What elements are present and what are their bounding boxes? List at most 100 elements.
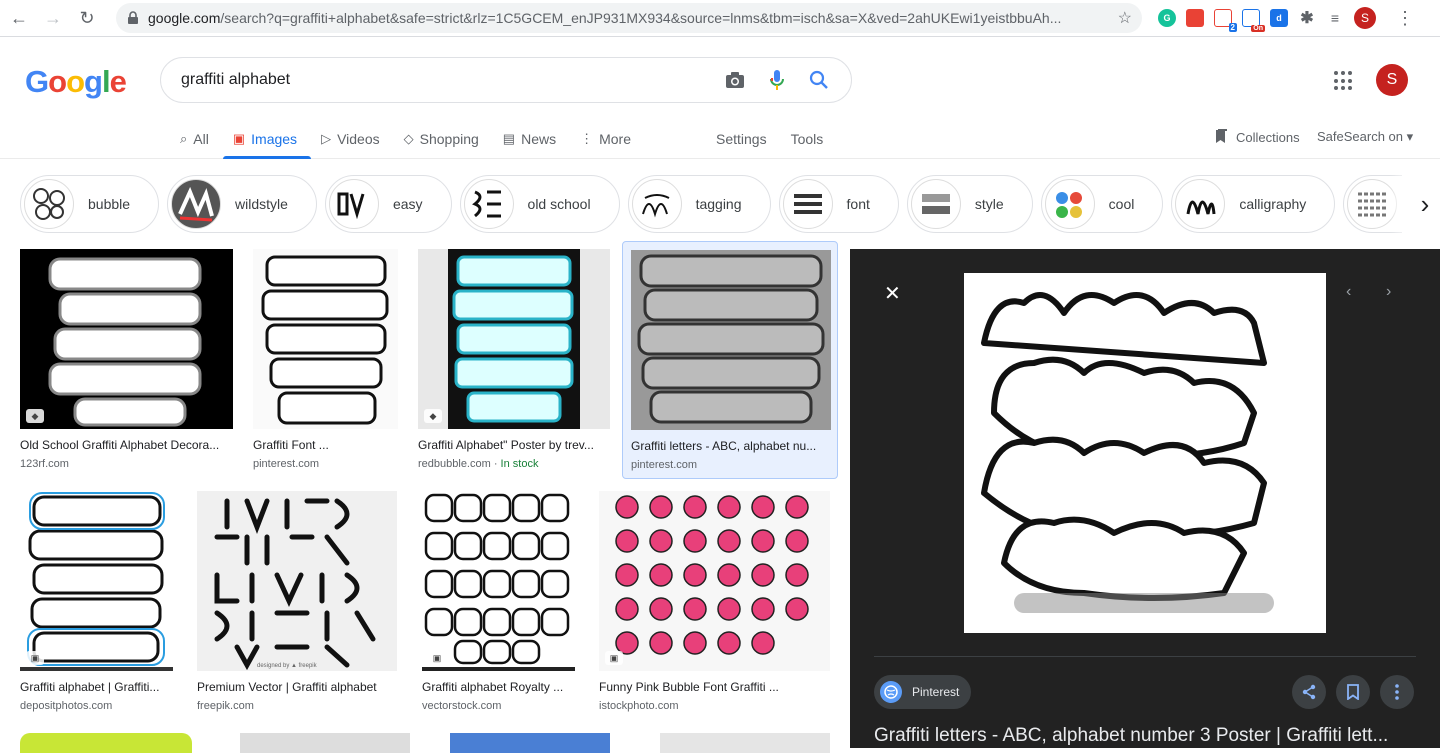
google-logo[interactable]: Google <box>25 64 127 100</box>
search-input[interactable]: graffiti alphabet <box>181 71 705 89</box>
result-thumbnail[interactable]: ◆ <box>20 249 233 429</box>
tab-shopping[interactable]: ◇ Shopping <box>404 119 479 159</box>
result-thumbnail[interactable] <box>240 733 410 753</box>
extension-badge-count: 2 <box>1228 23 1237 32</box>
image-preview-panel: ✕ ‹ › Pinterest Graffiti letters - ABC, … <box>850 249 1440 748</box>
chip-thumbnail <box>24 179 74 229</box>
chip-bubble[interactable]: bubble <box>20 175 160 233</box>
chip-easy[interactable]: easy <box>324 175 452 233</box>
tab-all[interactable]: ⌕ All <box>180 119 209 159</box>
chip-calligraphy[interactable]: calligraphy <box>1171 175 1336 233</box>
result-title[interactable]: Premium Vector | Graffiti alphabet <box>197 680 397 694</box>
puzzle-icon[interactable]: ✱ <box>1298 9 1316 27</box>
chip-tagging[interactable]: tagging <box>627 175 771 233</box>
browser-menu-icon[interactable]: ⋮ <box>1396 8 1414 29</box>
search-icon[interactable] <box>807 68 831 92</box>
translate-ext-icon[interactable]: On <box>1242 9 1265 32</box>
bookmark-ext-icon[interactable] <box>1186 9 1204 27</box>
result-source: depositphotos.com <box>20 700 113 712</box>
image-result[interactable]: ◆ Graffiti Alphabet" Poster by trev... r… <box>418 249 610 470</box>
preview-image[interactable] <box>964 273 1326 633</box>
chip-wildstyle[interactable]: wildstyle <box>167 175 317 233</box>
reload-icon[interactable]: ↻ <box>72 3 102 33</box>
chip-thumbnail <box>1347 179 1398 229</box>
microphone-icon[interactable] <box>765 68 789 92</box>
tab-images[interactable]: ▣ Images <box>222 119 312 159</box>
search-icon: ⌕ <box>180 131 188 146</box>
more-dots-icon: ⋮ <box>580 131 594 146</box>
image-result[interactable]: ▣ Funny Pink Bubble Font Graffiti ... is… <box>599 491 830 712</box>
tab-news[interactable]: ▤ News <box>503 119 556 159</box>
play-icon: ▷ <box>321 131 332 146</box>
globe-icon <box>880 681 902 703</box>
address-bar[interactable]: google.com/search?q=graffiti+alphabet&sa… <box>116 3 1142 33</box>
chip-thumbnail <box>463 179 514 229</box>
result-source: freepik.com <box>197 700 254 712</box>
save-bookmark-icon[interactable] <box>1336 675 1370 709</box>
tools-link[interactable]: Tools <box>791 131 824 147</box>
image-result[interactable] <box>20 733 192 753</box>
svg-text:designed by ▲ freepik: designed by ▲ freepik <box>257 663 318 669</box>
grammarly-icon[interactable]: G <box>1158 9 1176 27</box>
result-thumbnail[interactable]: designed by ▲ freepik <box>197 491 397 671</box>
result-thumbnail[interactable]: ▣ <box>599 491 830 671</box>
result-thumbnail[interactable]: ▣ <box>422 491 575 671</box>
result-title[interactable]: Graffiti alphabet Royalty ... <box>422 680 575 694</box>
search-box[interactable]: graffiti alphabet <box>160 57 852 103</box>
media-control-icon[interactable]: ≡ <box>1326 9 1344 27</box>
extension-badge-icon[interactable]: 2 <box>1214 9 1237 32</box>
image-result[interactable]: ▣ Graffiti alphabet Royalty ... vectorst… <box>422 491 575 712</box>
image-result-selected[interactable]: Graffiti letters - ABC, alphabet nu... p… <box>622 241 838 479</box>
result-thumbnail[interactable] <box>631 250 831 430</box>
collections-link[interactable]: Collections <box>1214 129 1300 145</box>
result-thumbnail[interactable] <box>660 733 830 753</box>
chevron-right-icon[interactable]: › <box>1402 175 1440 233</box>
result-thumbnail[interactable]: ▣ <box>20 491 173 671</box>
bookmark-icon <box>1216 129 1227 143</box>
image-result[interactable] <box>660 733 830 753</box>
chip-font[interactable]: font <box>778 175 899 233</box>
account-avatar[interactable]: S <box>1376 64 1408 96</box>
more-vert-icon[interactable] <box>1380 675 1414 709</box>
result-title[interactable]: Graffiti Font ... <box>253 438 398 452</box>
chip-cool[interactable]: cool <box>1040 175 1164 233</box>
result-title[interactable]: Funny Pink Bubble Font Graffiti ... <box>599 680 830 694</box>
result-thumbnail[interactable] <box>20 733 192 753</box>
image-result[interactable]: Graffiti Font ... pinterest.com <box>253 249 398 470</box>
result-title[interactable]: Graffiti alphabet | Graffiti... <box>20 680 173 694</box>
chip-thumbnail <box>1044 179 1095 229</box>
result-thumbnail[interactable]: ◆ <box>418 249 610 429</box>
image-result[interactable]: designed by ▲ freepik Premium Vector | G… <box>197 491 397 712</box>
result-title[interactable]: Graffiti Alphabet" Poster by trev... <box>418 438 610 452</box>
image-result[interactable]: ▣ Graffiti alphabet | Graffiti... deposi… <box>20 491 173 712</box>
result-thumbnail[interactable] <box>450 733 610 753</box>
d-ext-icon[interactable]: d <box>1270 9 1288 27</box>
image-result[interactable]: ◆ Old School Graffiti Alphabet Decora...… <box>20 249 233 470</box>
camera-icon[interactable] <box>723 68 747 92</box>
close-icon[interactable]: ✕ <box>884 281 901 306</box>
image-result[interactable] <box>450 733 610 753</box>
image-icon: ▣ <box>428 651 446 665</box>
bookmark-star-icon[interactable]: ☆ <box>1118 8 1132 28</box>
chevron-right-icon[interactable]: › <box>1386 283 1391 301</box>
safesearch-toggle[interactable]: SafeSearch on ▾ <box>1317 129 1413 145</box>
result-thumbnail[interactable] <box>253 249 398 429</box>
share-icon[interactable] <box>1292 675 1326 709</box>
apps-grid-icon[interactable] <box>1334 71 1354 91</box>
result-title[interactable]: Old School Graffiti Alphabet Decora... <box>20 438 233 452</box>
tab-videos[interactable]: ▷ Videos <box>321 119 380 159</box>
chip-thumbnail <box>328 179 379 229</box>
browser-profile-avatar[interactable]: S <box>1354 7 1376 29</box>
result-title[interactable]: Graffiti letters - ABC, alphabet nu... <box>631 439 829 453</box>
forward-arrow-icon[interactable]: → <box>38 3 68 33</box>
preview-title[interactable]: Graffiti letters - ABC, alphabet number … <box>874 725 1414 747</box>
chip-old-school[interactable]: old school <box>459 175 620 233</box>
chip-style[interactable]: style <box>906 175 1033 233</box>
image-result[interactable] <box>240 733 410 753</box>
source-label: Pinterest <box>912 685 960 699</box>
source-chip[interactable]: Pinterest <box>874 675 972 709</box>
settings-link[interactable]: Settings <box>716 131 767 147</box>
chevron-left-icon[interactable]: ‹ <box>1346 283 1351 301</box>
back-arrow-icon[interactable]: ← <box>4 3 34 33</box>
tab-more[interactable]: ⋮ More <box>580 119 631 159</box>
